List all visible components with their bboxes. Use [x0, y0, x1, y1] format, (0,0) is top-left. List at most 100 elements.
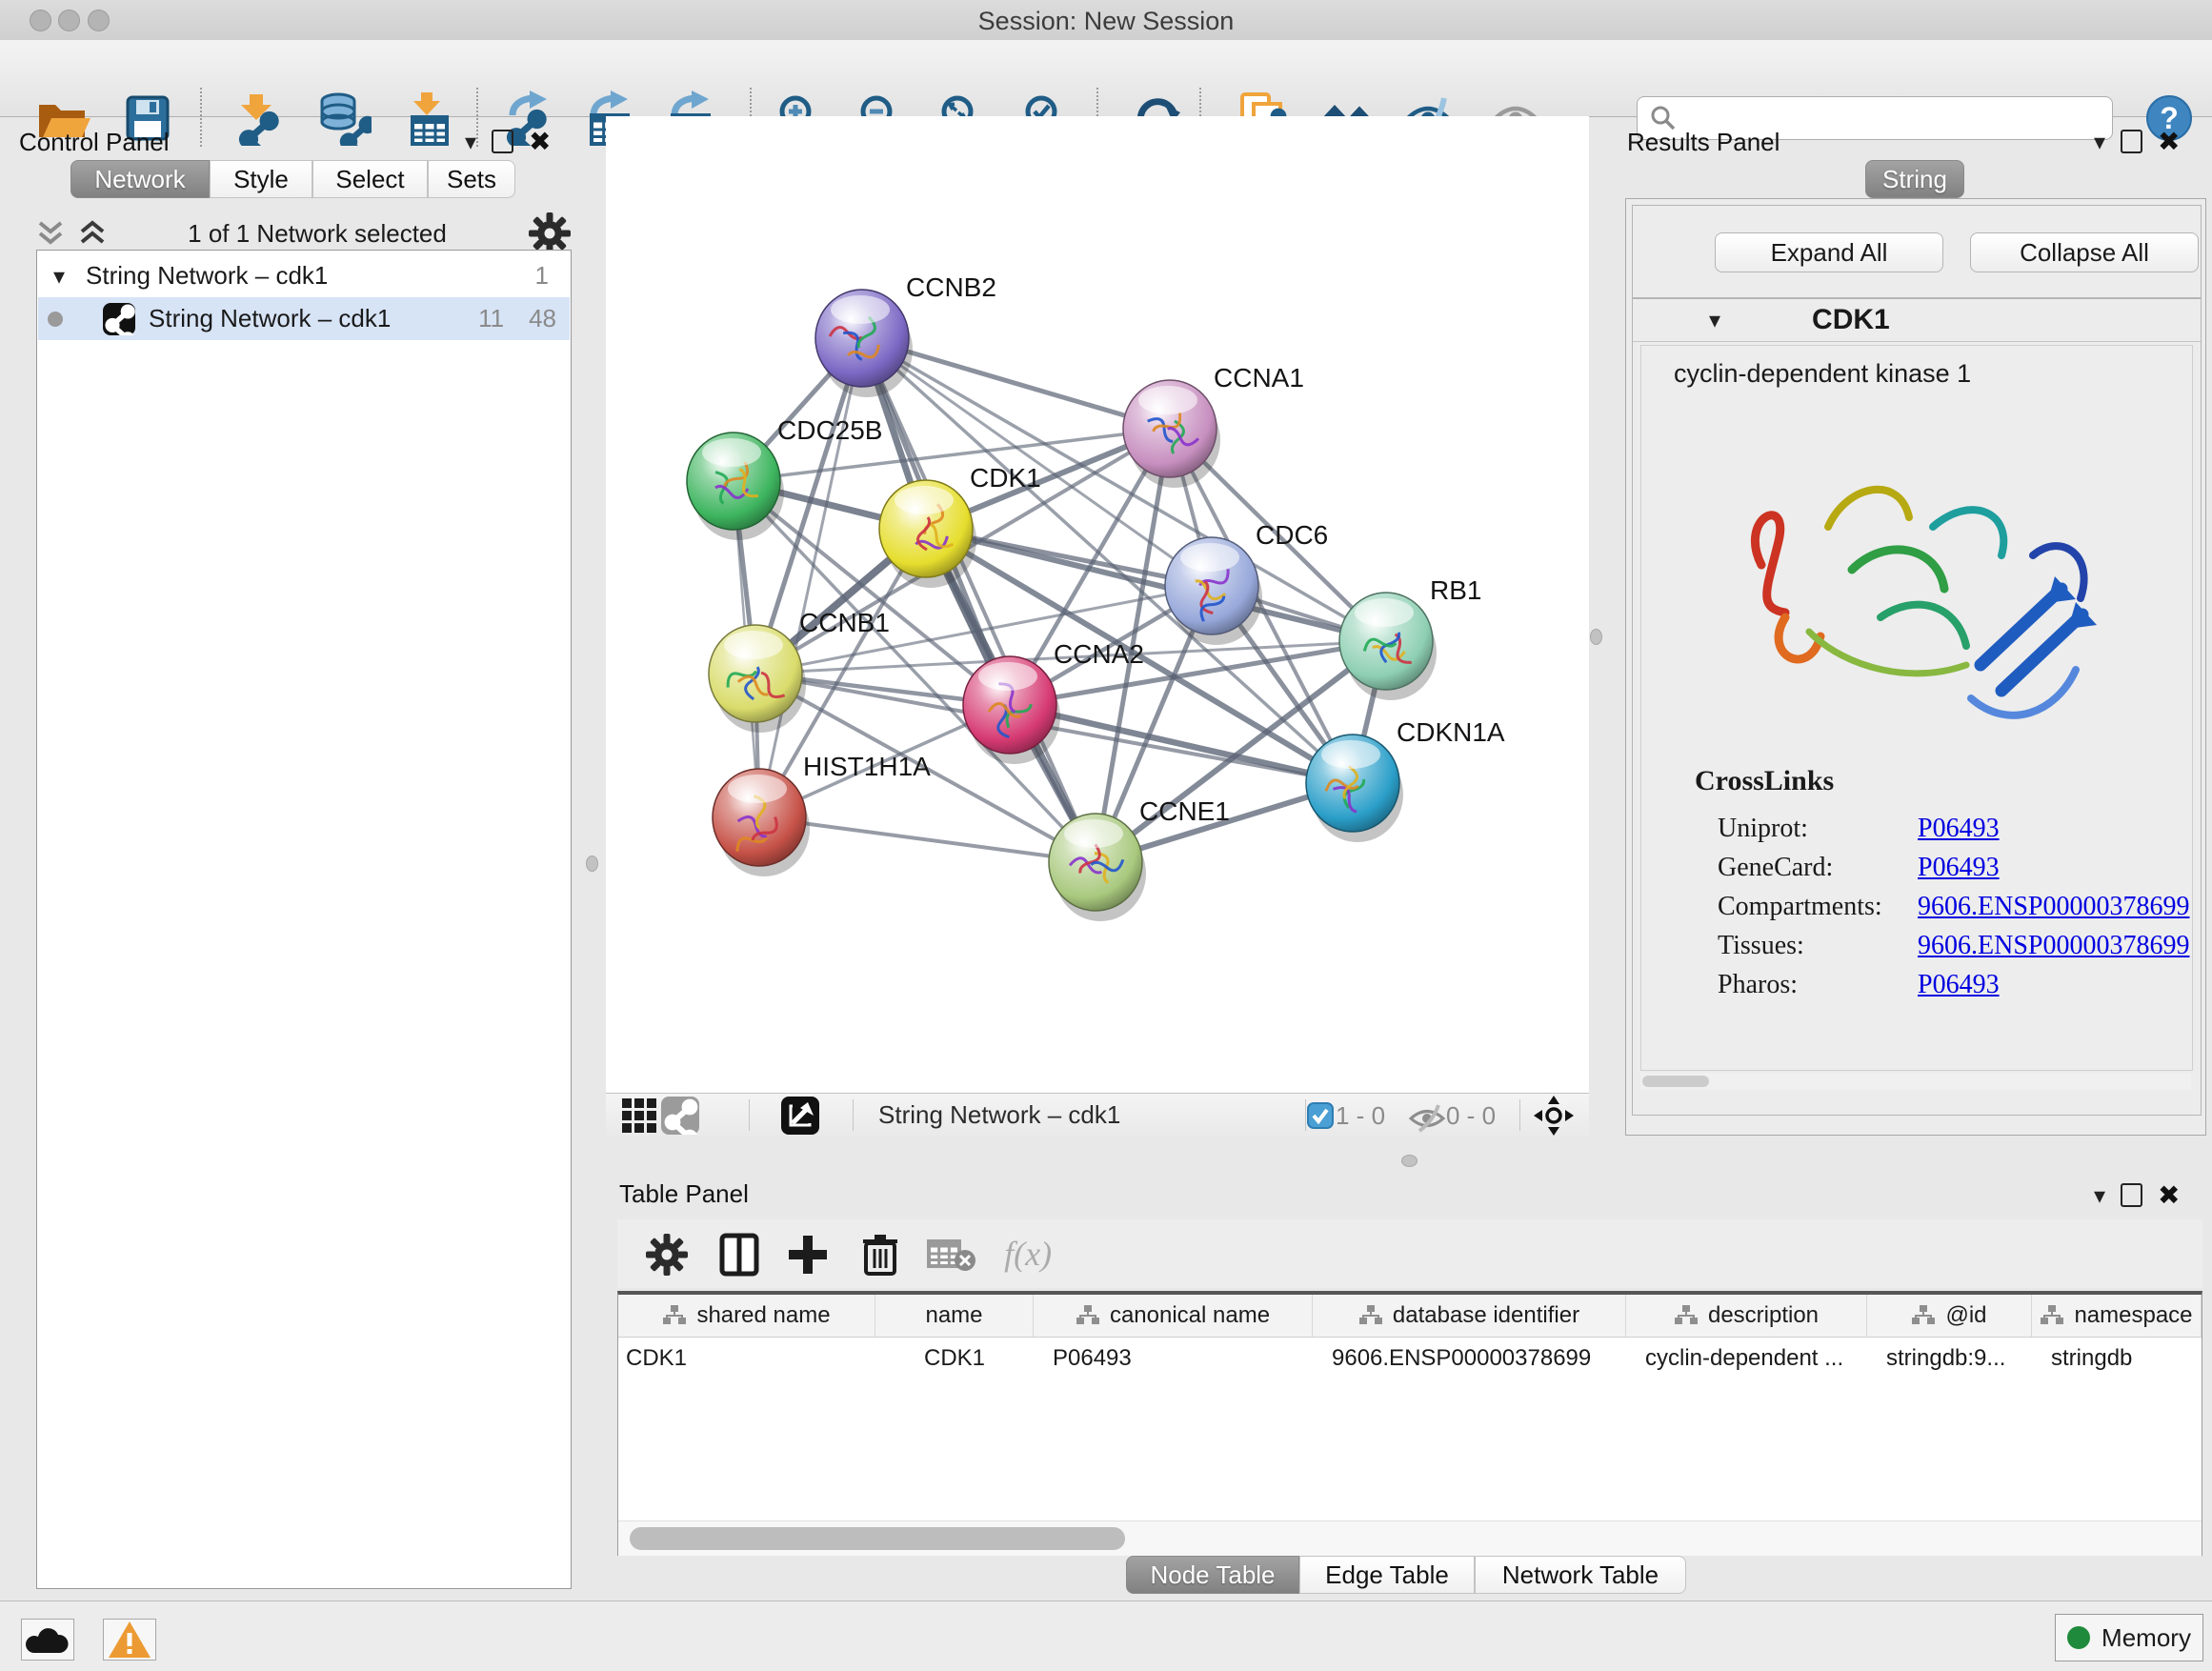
- toolbar-separator: [749, 1099, 750, 1131]
- node-label-CCNB2: CCNB2: [906, 272, 996, 302]
- selected-checkbox-icon[interactable]: [1307, 1102, 1334, 1129]
- tab-select[interactable]: Select: [312, 160, 428, 198]
- column-header-description[interactable]: description: [1626, 1295, 1867, 1337]
- float-panel-icon[interactable]: [492, 130, 513, 153]
- close-panel-icon[interactable]: ✖: [529, 126, 551, 157]
- collapse-panel-icon[interactable]: ▾: [465, 129, 476, 155]
- tab-style[interactable]: Style: [210, 160, 312, 198]
- node-CDC6[interactable]: CDC6: [1165, 520, 1328, 645]
- vertical-splitter-handle[interactable]: [586, 856, 598, 872]
- cloud-icon: [23, 1621, 72, 1659]
- table-hscrollbar[interactable]: [618, 1520, 2202, 1556]
- edge-CCNB2-HIST1H1A[interactable]: [759, 338, 862, 817]
- crosslink-value[interactable]: P06493: [1918, 814, 2000, 844]
- expand-all-button[interactable]: Expand All: [1715, 232, 1943, 272]
- table-cell: 9606.ENSP00000378699: [1313, 1338, 1626, 1379]
- cloud-button[interactable]: [21, 1619, 74, 1661]
- collapse-panel-icon[interactable]: ▾: [2094, 1182, 2105, 1209]
- protein-header[interactable]: ▾ CDK1: [1633, 299, 2201, 342]
- shared-column-icon: [1674, 1304, 1699, 1327]
- memory-button[interactable]: Memory: [2055, 1614, 2203, 1661]
- column-header-canonical-name[interactable]: canonical name: [1034, 1295, 1313, 1337]
- crosslinks-list: Uniprot:P06493GeneCard:P06493Compartment…: [1718, 809, 2175, 1004]
- tab-edge-table[interactable]: Edge Table: [1299, 1556, 1475, 1594]
- table-cell: CDK1: [875, 1338, 1034, 1379]
- table-cell: stringdb: [2032, 1338, 2202, 1379]
- birdseye-icon[interactable]: [1534, 1096, 1574, 1136]
- network-row-selected[interactable]: String Network – cdk11148: [38, 297, 570, 340]
- grid-view-icon[interactable]: [622, 1098, 656, 1133]
- results-splitter-handle[interactable]: [1590, 629, 1602, 645]
- node-RB1[interactable]: RB1: [1339, 575, 1481, 700]
- horizontal-splitter-handle[interactable]: [1401, 1155, 1418, 1167]
- table-row[interactable]: CDK1CDK1P064939606.ENSP00000378699cyclin…: [618, 1338, 2202, 1379]
- control-panel-title: Control Panel: [19, 128, 170, 157]
- share-view-icon[interactable]: [661, 1097, 699, 1135]
- column-header--id[interactable]: @id: [1867, 1295, 2032, 1337]
- close-panel-icon[interactable]: ✖: [2158, 1179, 2180, 1211]
- crosslink-value[interactable]: P06493: [1918, 970, 2000, 1000]
- node-label-RB1: RB1: [1430, 575, 1481, 605]
- node-label-CDK1: CDK1: [970, 463, 1041, 493]
- crosslink-label: Compartments:: [1718, 892, 1918, 922]
- network-tree: ▾String Network – cdk11String Network – …: [36, 250, 572, 1589]
- tab-node-table[interactable]: Node Table: [1126, 1556, 1299, 1594]
- tab-network[interactable]: Network: [70, 160, 210, 198]
- float-panel-icon[interactable]: [2121, 1183, 2142, 1207]
- column-header-namespace[interactable]: namespace: [2032, 1295, 2202, 1337]
- scrollbar-thumb[interactable]: [630, 1527, 1125, 1550]
- node-HIST1H1A[interactable]: HIST1H1A: [713, 752, 931, 876]
- string-network-icon: [103, 303, 135, 335]
- collapse-section-icon[interactable]: ▾: [1709, 307, 1720, 333]
- crosslink-value[interactable]: P06493: [1918, 853, 2000, 883]
- tab-sets[interactable]: Sets: [428, 160, 515, 198]
- collapse-all-button[interactable]: Collapse All: [1970, 232, 2199, 272]
- float-panel-icon[interactable]: [2121, 130, 2142, 153]
- collapse-all-icon[interactable]: [36, 219, 65, 248]
- warning-icon: [108, 1620, 151, 1660]
- gear-button[interactable]: [638, 1231, 695, 1278]
- crosslink-label: Tissues:: [1718, 931, 1918, 961]
- detach-view-icon[interactable]: [781, 1097, 819, 1135]
- protein-details: cyclin-dependent kinase 1 CrossLinks Uni…: [1640, 345, 2193, 1071]
- tab-string[interactable]: String: [1865, 160, 1964, 198]
- network-collection-row[interactable]: ▾String Network – cdk11: [38, 254, 570, 297]
- column-label: canonical name: [1110, 1302, 1270, 1329]
- crosslink-value[interactable]: 9606.ENSP00000378699: [1918, 931, 2189, 961]
- network-canvas[interactable]: CCNB2CCNA1CDC25BCDK1CDC6RB1CCNB1CCNA2CDK…: [606, 116, 1589, 1093]
- protein-description: cyclin-dependent kinase 1: [1674, 359, 2192, 389]
- add-column-button[interactable]: [779, 1231, 836, 1278]
- results-hscrollbar[interactable]: [1640, 1073, 2191, 1090]
- delete-column-button[interactable]: [852, 1231, 909, 1278]
- node-CCNB1[interactable]: CCNB1: [709, 608, 890, 733]
- column-header-database-identifier[interactable]: database identifier: [1313, 1295, 1626, 1337]
- cytoscape-window: Session: New Session ? Control Panel ▾ ✖…: [0, 0, 2212, 1671]
- crosslink-label: Pharos:: [1718, 970, 1918, 1000]
- tab-network-table[interactable]: Network Table: [1475, 1556, 1686, 1594]
- collapse-tree-icon[interactable]: ▾: [53, 263, 65, 290]
- split-columns-button[interactable]: [711, 1231, 768, 1278]
- warnings-button[interactable]: [103, 1619, 156, 1661]
- edge-CCNB2-CCNE1[interactable]: [862, 338, 1096, 862]
- node-label-CDC25B: CDC25B: [777, 415, 882, 445]
- edge-HIST1H1A-CCNE1[interactable]: [759, 817, 1096, 862]
- edge-CCNA2-CDKN1A[interactable]: [1010, 705, 1353, 783]
- column-header-name[interactable]: name: [875, 1295, 1034, 1337]
- node-CDK1[interactable]: CDK1: [879, 463, 1041, 588]
- column-header-shared-name[interactable]: shared name: [618, 1295, 875, 1337]
- node-label-CCNA1: CCNA1: [1214, 363, 1304, 393]
- close-panel-icon[interactable]: ✖: [2158, 126, 2180, 157]
- collapse-panel-icon[interactable]: ▾: [2094, 129, 2105, 155]
- function-builder-button: f(x): [999, 1231, 1056, 1278]
- crosslink-value[interactable]: 9606.ENSP00000378699: [1918, 892, 2189, 922]
- current-view-dot: [48, 312, 63, 327]
- node-label-CCNE1: CCNE1: [1139, 796, 1230, 826]
- svg-text:f(x): f(x): [1004, 1235, 1052, 1273]
- table-panel-title: Table Panel: [619, 1179, 749, 1209]
- crosslink-row: Compartments:9606.ENSP00000378699: [1718, 887, 2175, 926]
- protein-name: CDK1: [1812, 304, 1890, 336]
- collection-count: 1: [535, 261, 549, 291]
- expand-all-icon[interactable]: [78, 219, 107, 248]
- node-CDKN1A[interactable]: CDKN1A: [1306, 717, 1505, 842]
- expand-collapse-box: Expand All Collapse All: [1632, 205, 2202, 298]
